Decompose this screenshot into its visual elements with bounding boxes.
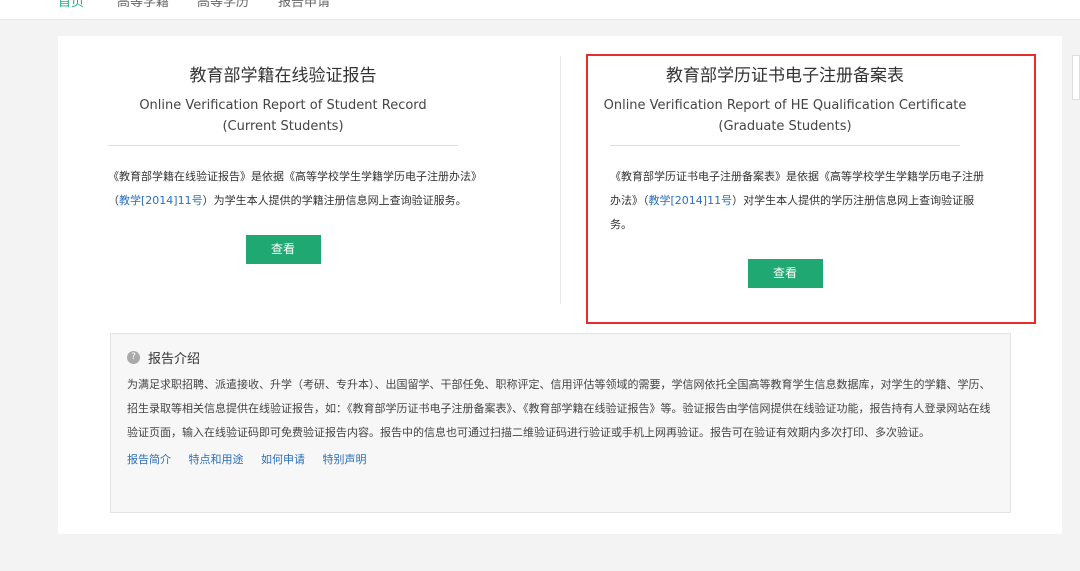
question-icon: ? <box>127 351 140 364</box>
report-intro: ? 报告介绍 为满足求职招聘、派遣接收、升学（考研、专升本）、出国留学、干部任免、… <box>110 333 1011 513</box>
view-student-record-button[interactable]: 查看 <box>245 235 321 264</box>
student-record-card: 教育部学籍在线验证报告 Online Verification Report o… <box>58 56 508 264</box>
link-features[interactable]: 特点和用途 <box>189 453 244 466</box>
link-disclaimer[interactable]: 特别声明 <box>323 453 367 466</box>
nav-apply[interactable]: 报告申请 <box>278 0 330 10</box>
intro-links: 报告简介 特点和用途 如何申请 特别声明 <box>127 451 994 467</box>
card-subtitle: Online Verification Report of Student Re… <box>139 98 427 134</box>
highlight-box <box>586 54 1036 324</box>
card-description: 《教育部学籍在线验证报告》是依据《高等学校学生学籍学历电子注册办法》（教学[20… <box>108 170 482 207</box>
link-overview[interactable]: 报告简介 <box>127 453 171 466</box>
divider <box>108 145 458 146</box>
card-title: 教育部学籍在线验证报告 <box>189 66 377 86</box>
nav-home[interactable]: 首页 <box>58 0 84 10</box>
intro-title: 报告介绍 <box>148 352 201 367</box>
main-panel: 教育部学籍在线验证报告 Online Verification Report o… <box>58 36 1062 534</box>
side-widget[interactable] <box>1072 55 1080 100</box>
nav-qualification[interactable]: 高等学历 <box>197 0 249 10</box>
intro-text: 为满足求职招聘、派遣接收、升学（考研、专升本）、出国留学、干部任免、职称评定、信… <box>127 378 991 439</box>
top-nav: 首页 高等学籍 高等学历 报告申请 <box>0 0 1080 20</box>
link-how-to-apply[interactable]: 如何申请 <box>261 453 305 466</box>
regulation-link[interactable]: 教学[2014]11号 <box>119 194 203 207</box>
nav-student-record[interactable]: 高等学籍 <box>117 0 169 10</box>
